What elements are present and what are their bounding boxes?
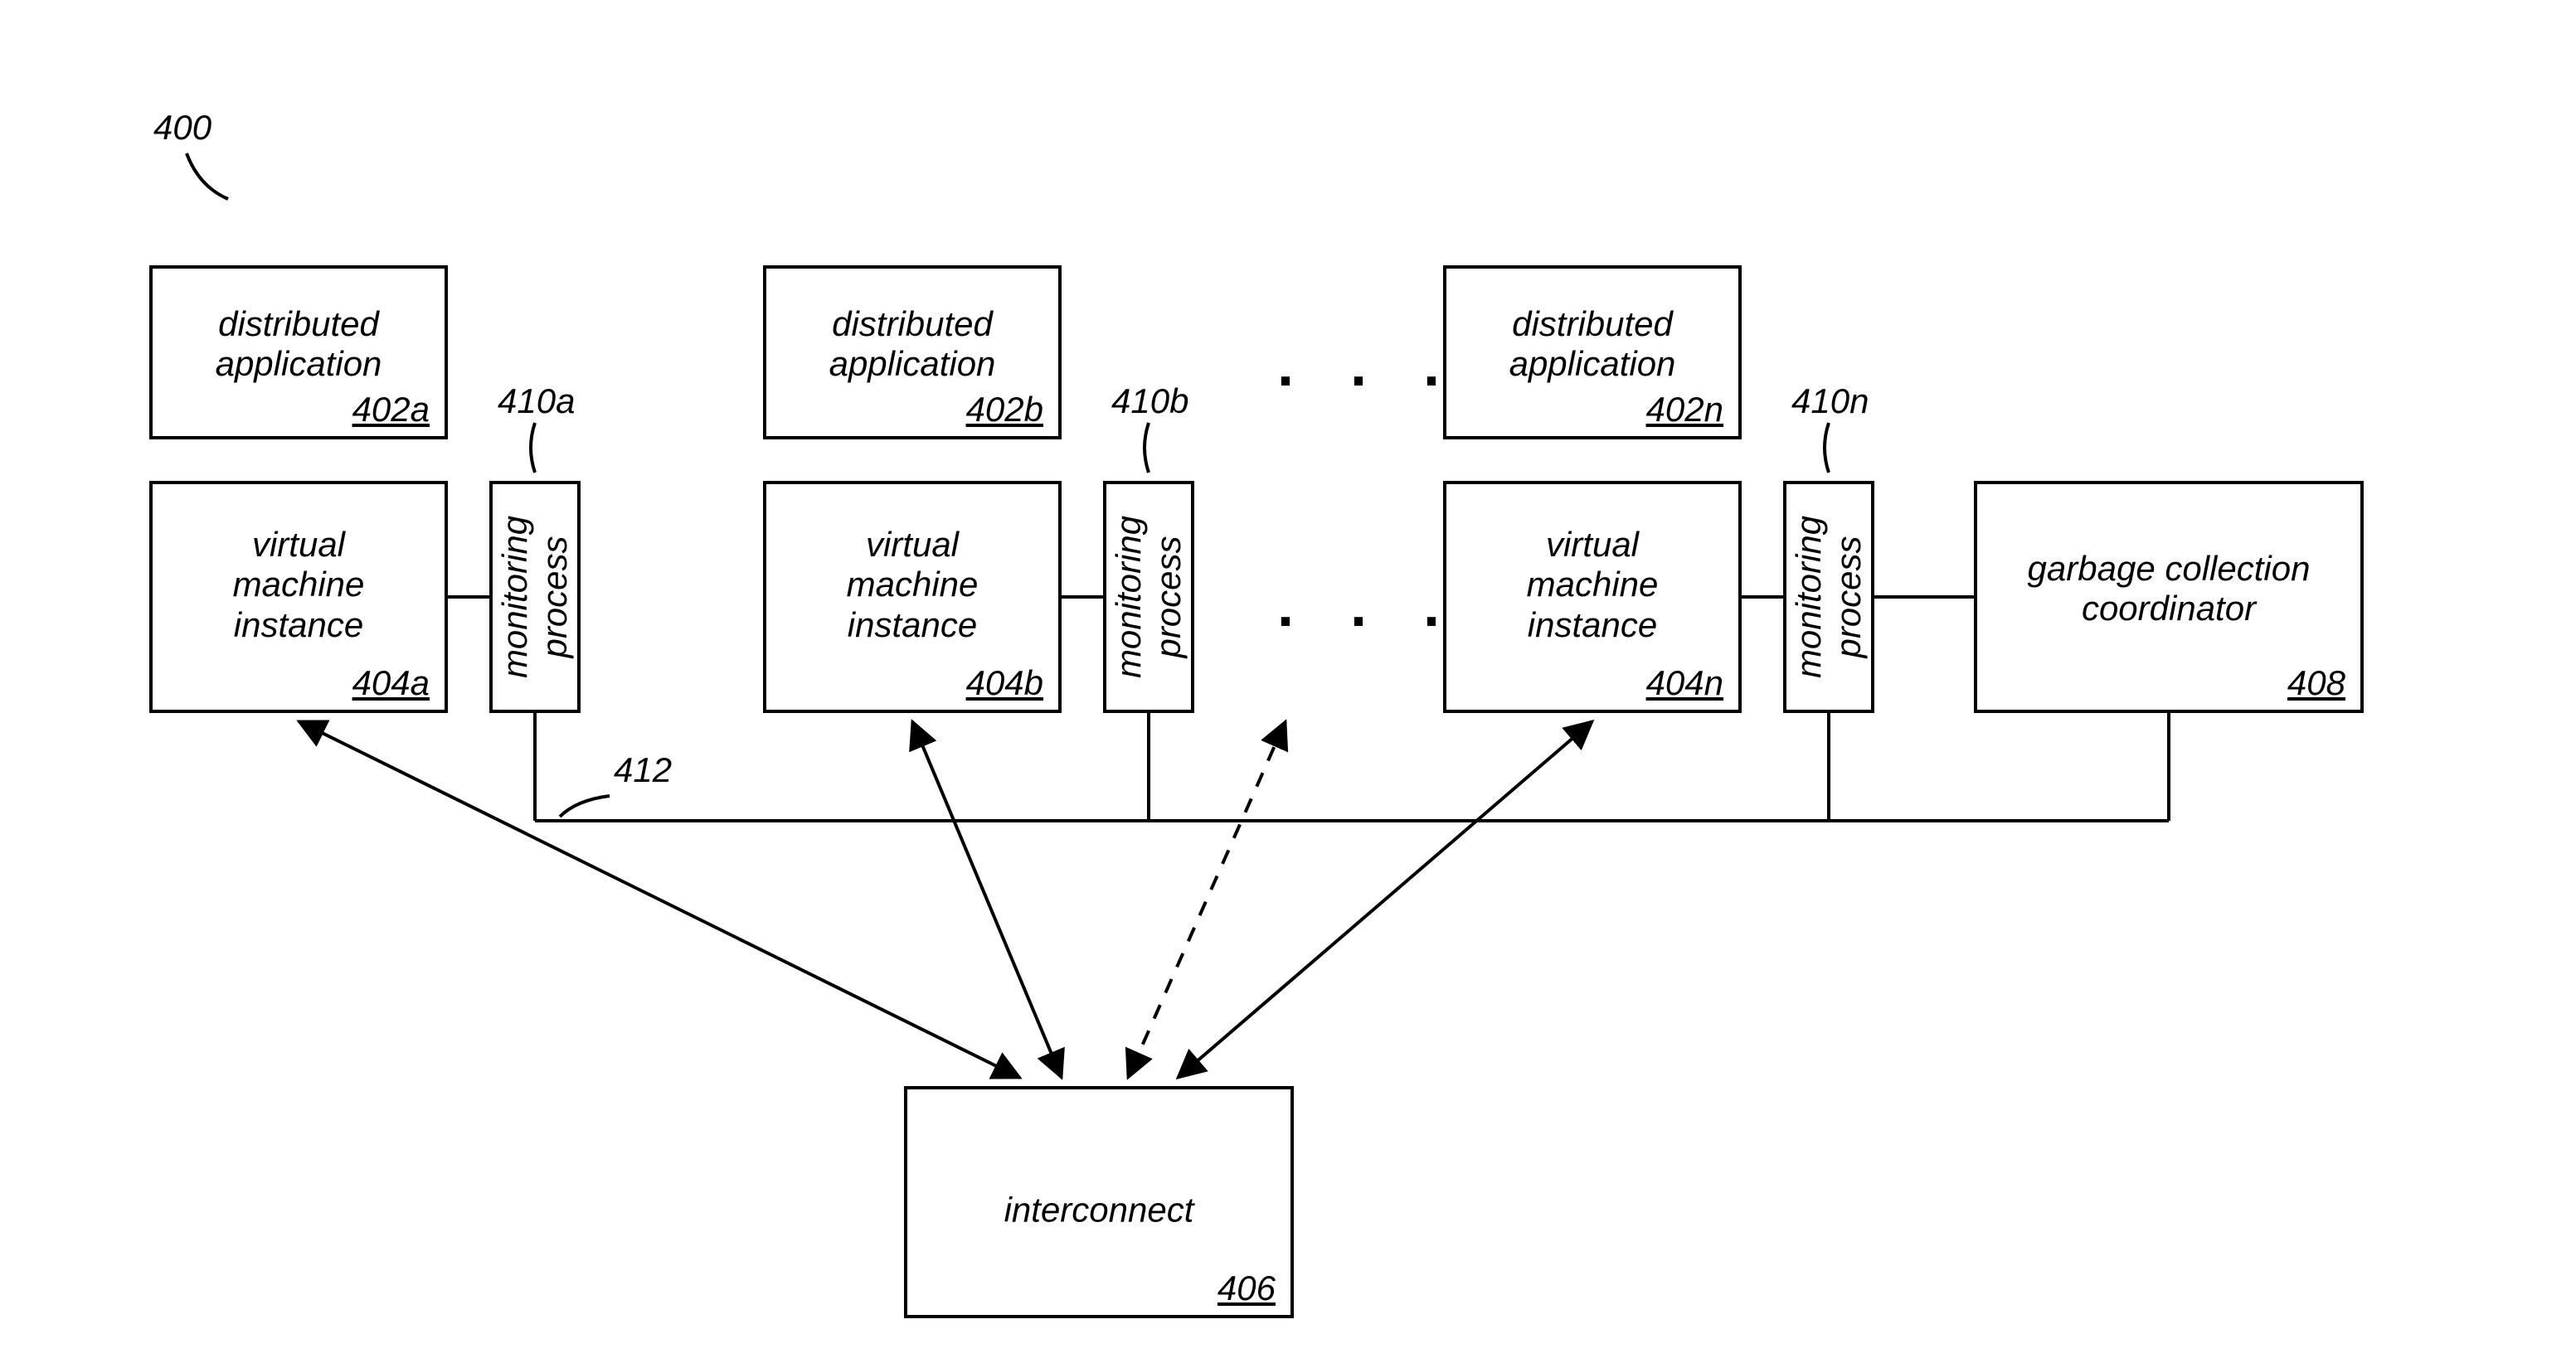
vm-instance-n-ref: 404n (1646, 663, 1723, 703)
monitoring-process-n-label: monitoringprocess (1789, 516, 1869, 678)
monitoring-process-a: monitoringprocess (489, 481, 581, 713)
vm-instance-a: virtualmachineinstance 404a (149, 481, 448, 713)
vm-instance-n: virtualmachineinstance 404n (1443, 481, 1742, 713)
monitoring-process-b: monitoringprocess (1103, 481, 1194, 713)
ellipsis-middle: . . . (1277, 572, 1460, 640)
distributed-app-b-label: distributedapplication (766, 304, 1058, 385)
gc-coordinator-label: garbage collectioncoordinator (1977, 549, 2360, 629)
distributed-app-b-ref: 402b (966, 390, 1043, 429)
ellipsis-top: . . . (1277, 332, 1460, 400)
distributed-app-n-label: distributedapplication (1446, 304, 1738, 385)
vm-instance-n-label: virtualmachineinstance (1446, 525, 1738, 645)
monitoring-process-b-label: monitoringprocess (1109, 516, 1188, 678)
vm-instance-b-label: virtualmachineinstance (766, 525, 1058, 645)
monitor-a-ref: 410a (498, 381, 575, 421)
monitoring-process-a-label: monitoringprocess (495, 516, 575, 678)
figure-ref-400: 400 (153, 108, 211, 148)
gc-coordinator-ref: 408 (2287, 663, 2345, 703)
interconnect-box: interconnect 406 (904, 1086, 1294, 1318)
monitor-b-ref: 410b (1111, 381, 1188, 421)
distributed-app-a-label: distributedapplication (153, 304, 445, 385)
distributed-app-n-ref: 402n (1646, 390, 1723, 429)
monitoring-process-n: monitoringprocess (1783, 481, 1874, 713)
distributed-app-a: distributedapplication 402a (149, 265, 448, 439)
interconnect-label: interconnect (907, 1191, 1290, 1230)
vm-instance-b-ref: 404b (966, 663, 1043, 703)
distributed-app-a-ref: 402a (352, 390, 430, 429)
distributed-app-n: distributedapplication 402n (1443, 265, 1742, 439)
vm-instance-a-label: virtualmachineinstance (153, 525, 445, 645)
vm-instance-a-ref: 404a (352, 663, 430, 703)
monitor-n-ref: 410n (1791, 381, 1869, 421)
diagram-canvas: 400 distributedapplication 402a distribu… (0, 0, 2576, 1363)
interconnect-ref: 406 (1218, 1268, 1276, 1308)
bus-ref-412: 412 (614, 750, 672, 790)
distributed-app-b: distributedapplication 402b (763, 265, 1062, 439)
vm-instance-b: virtualmachineinstance 404b (763, 481, 1062, 713)
gc-coordinator: garbage collectioncoordinator 408 (1974, 481, 2364, 713)
